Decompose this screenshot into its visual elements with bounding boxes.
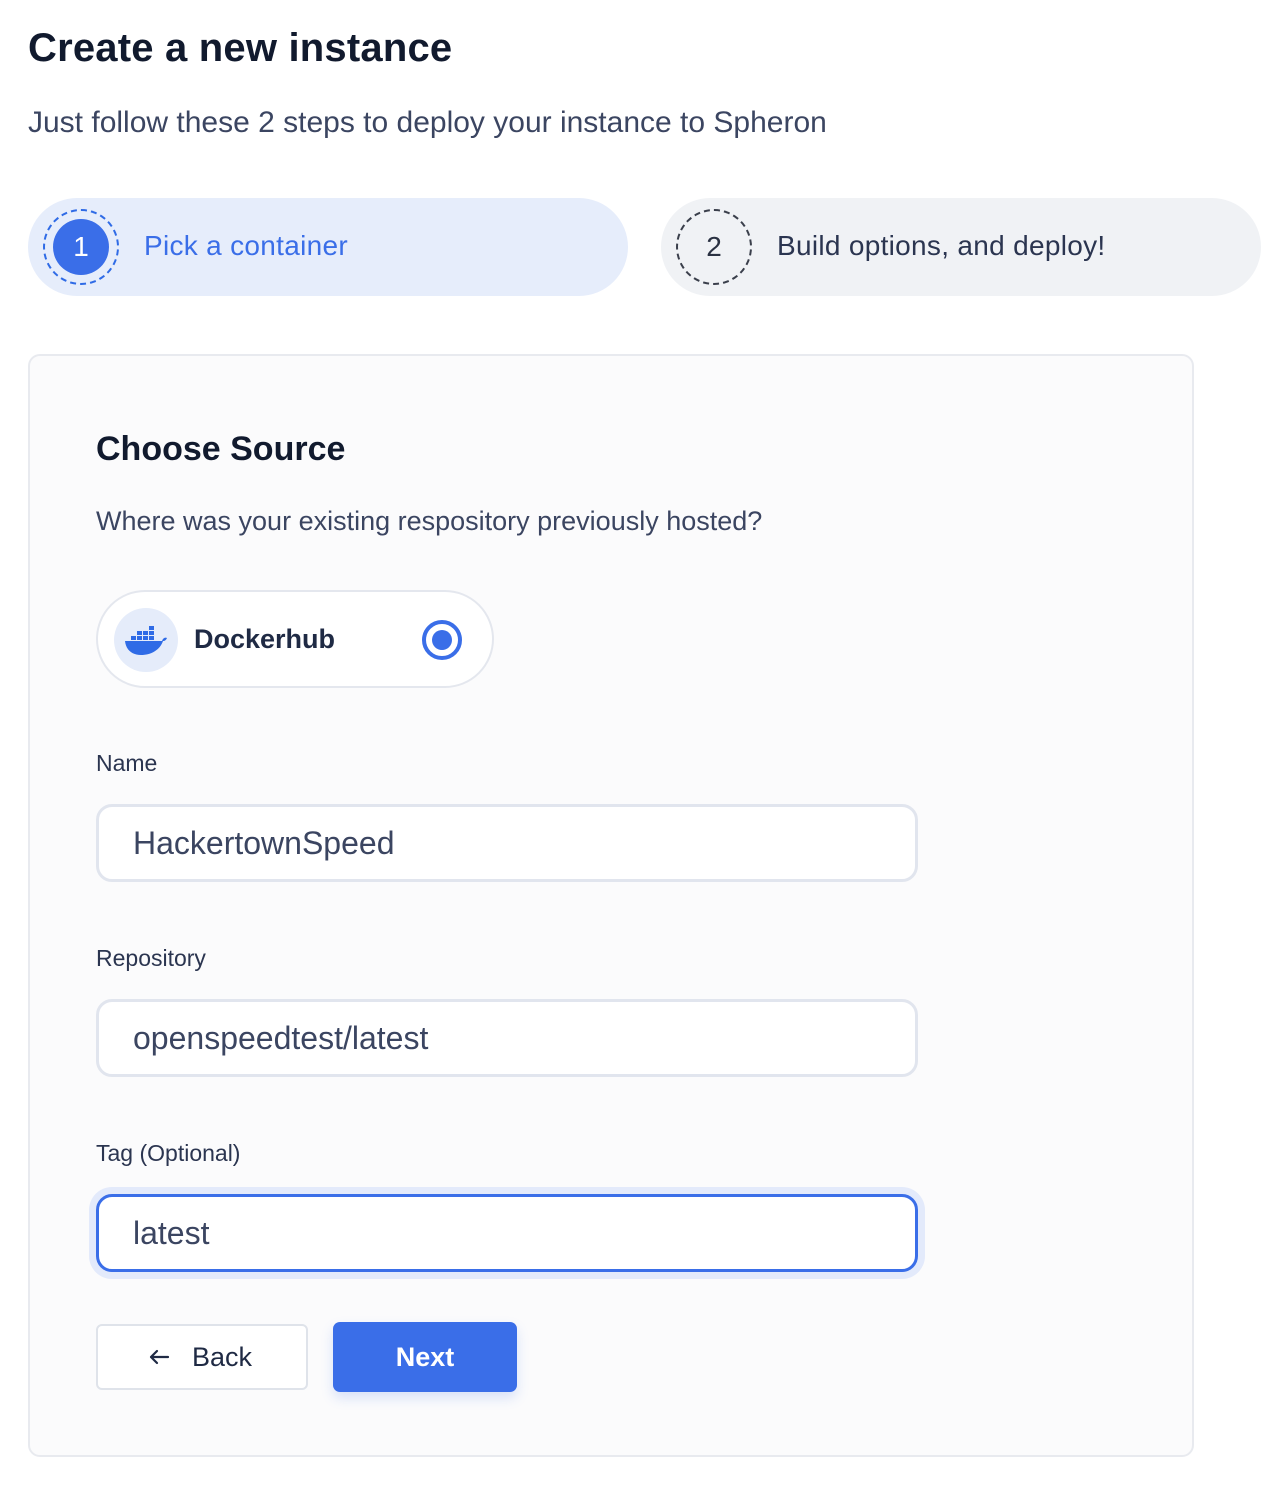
repository-field-label: Repository — [96, 945, 206, 971]
source-option-label: Dockerhub — [194, 624, 336, 654]
card-description: Where was your existing respository prev… — [96, 506, 763, 536]
arrow-left-icon — [148, 1349, 170, 1365]
step-1-number: 1 — [53, 219, 109, 275]
source-radio-dot — [432, 630, 452, 650]
source-option-dockerhub[interactable]: Dockerhub — [96, 590, 494, 688]
repository-input[interactable] — [96, 999, 918, 1077]
step-2-ring: 2 — [676, 209, 752, 285]
choose-source-card: Choose Source Where was your existing re… — [28, 354, 1194, 1457]
docker-icon — [114, 608, 178, 672]
tag-input[interactable] — [96, 1194, 918, 1272]
step-2-number: 2 — [706, 231, 722, 262]
name-input[interactable] — [96, 804, 918, 882]
page-title: Create a new instance — [28, 26, 453, 70]
next-button[interactable]: Next — [333, 1322, 517, 1392]
step-1-ring: 1 — [43, 209, 119, 285]
step-1-pick-container[interactable]: 1 Pick a container — [28, 198, 628, 296]
back-button[interactable]: Back — [96, 1324, 308, 1390]
source-radio[interactable] — [422, 620, 462, 660]
back-button-label: Back — [192, 1341, 253, 1372]
name-field-label: Name — [96, 750, 158, 776]
tag-field-label: Tag (Optional) — [96, 1140, 241, 1166]
step-2-build-options[interactable]: 2 Build options, and deploy! — [661, 198, 1261, 296]
page-subtitle: Just follow these 2 steps to deploy your… — [28, 106, 827, 139]
step-1-label: Pick a container — [144, 230, 349, 261]
create-instance-page: Create a new instance Just follow these … — [0, 0, 1285, 1498]
card-title: Choose Source — [96, 430, 346, 468]
step-2-label: Build options, and deploy! — [777, 230, 1106, 261]
